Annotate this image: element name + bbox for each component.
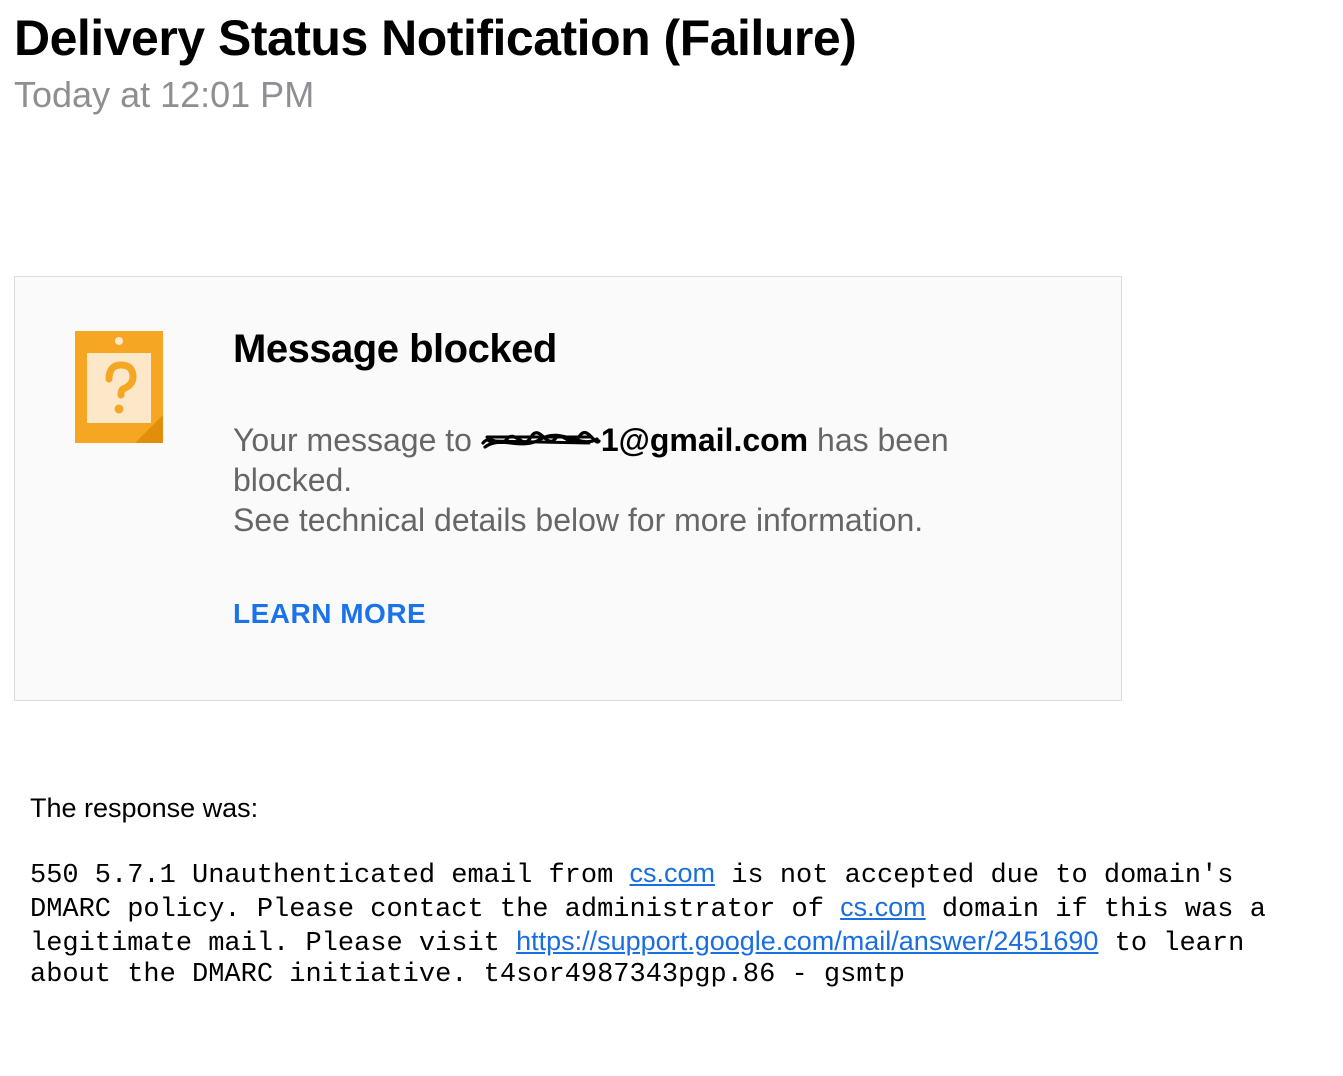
recipient-address: 1@gmail.com bbox=[481, 420, 808, 460]
card-line-prefix: Your message to bbox=[233, 422, 481, 458]
card-line-2: See technical details below for more inf… bbox=[233, 502, 923, 538]
bounce-card: Message blocked Your message to 1@gmail.… bbox=[14, 276, 1122, 701]
technical-details: The response was: 550 5.7.1 Unauthentica… bbox=[14, 793, 1329, 991]
redaction-scribble-icon bbox=[481, 422, 601, 446]
card-message: Your message to 1@gmail.com has been blo… bbox=[233, 420, 1061, 540]
smtp-response: 550 5.7.1 Unauthenticated email from cs.… bbox=[30, 858, 1290, 991]
tech-seg-1: 550 5.7.1 Unauthenticated email from bbox=[30, 861, 630, 891]
card-title: Message blocked bbox=[233, 327, 1061, 372]
address-visible-part: 1@gmail.com bbox=[601, 420, 808, 460]
domain-link-1[interactable]: cs.com bbox=[630, 858, 716, 888]
learn-more-link[interactable]: LEARN MORE bbox=[233, 598, 426, 630]
email-timestamp: Today at 12:01 PM bbox=[14, 74, 1329, 116]
details-intro: The response was: bbox=[30, 793, 1329, 824]
email-subject: Delivery Status Notification (Failure) bbox=[14, 10, 1329, 68]
domain-link-2[interactable]: cs.com bbox=[840, 892, 926, 922]
question-note-icon bbox=[75, 331, 163, 448]
support-link[interactable]: https://support.google.com/mail/answer/2… bbox=[516, 926, 1098, 956]
